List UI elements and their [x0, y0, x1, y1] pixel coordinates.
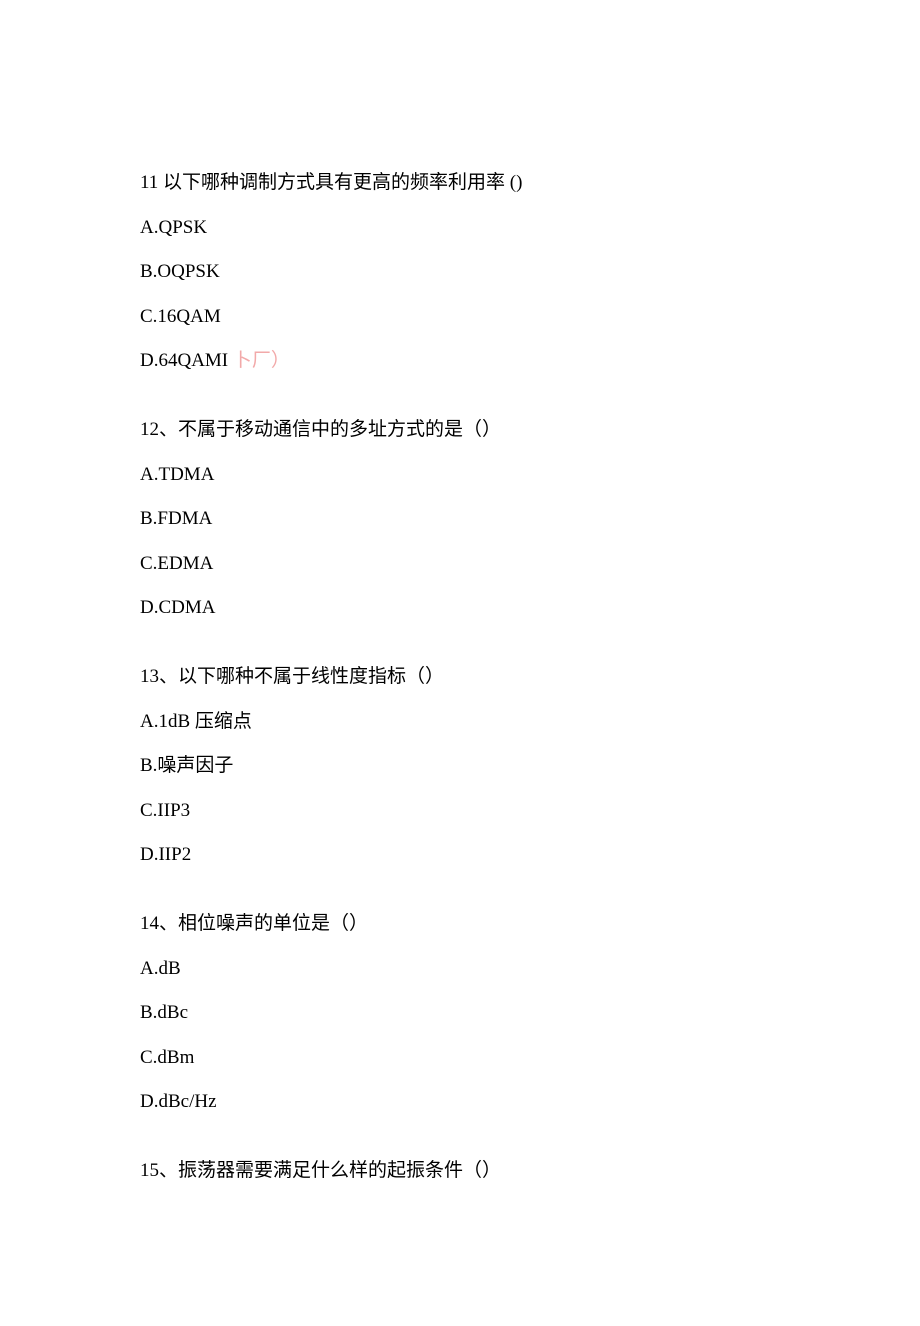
question-12: 12、不属于移动通信中的多址方式的是（） A.TDMA B.FDMA C.EDM…: [140, 417, 780, 622]
document-page: 11 以下哪种调制方式具有更高的频率利用率 () A.QPSK B.OQPSK …: [0, 0, 920, 1326]
question-text: 14、相位噪声的单位是（）: [140, 911, 780, 938]
question-stem: 以下哪种调制方式具有更高的频率利用率 (): [158, 172, 522, 193]
option-b: B.dBc: [140, 1000, 780, 1027]
question-13: 13、以下哪种不属于线性度指标（） A.1dB 压缩点 B.噪声因子 C.IIP…: [140, 664, 780, 869]
option-a: A.dB: [140, 956, 780, 983]
question-11: 11 以下哪种调制方式具有更高的频率利用率 () A.QPSK B.OQPSK …: [140, 170, 780, 375]
option-b: B.FDMA: [140, 506, 780, 533]
option-d-annotation: 卜厂）: [228, 350, 290, 371]
question-14: 14、相位噪声的单位是（） A.dB B.dBc C.dBm D.dBc/Hz: [140, 911, 780, 1116]
question-number: 15: [140, 1160, 159, 1181]
question-15: 15、振荡器需要满足什么样的起振条件（）: [140, 1158, 780, 1185]
question-stem: 、振荡器需要满足什么样的起振条件（）: [159, 1160, 501, 1181]
option-d-label: D.64QAMI: [140, 350, 228, 371]
option-d: D.64QAMI 卜厂）: [140, 348, 780, 375]
option-c: C.IIP3: [140, 798, 780, 825]
option-a: A.1dB 压缩点: [140, 709, 780, 736]
option-d: D.IIP2: [140, 842, 780, 869]
question-stem: 、以下哪种不属于线性度指标（）: [159, 666, 444, 687]
question-text: 11 以下哪种调制方式具有更高的频率利用率 (): [140, 170, 780, 197]
question-number: 14: [140, 913, 159, 934]
question-number: 12: [140, 419, 159, 440]
option-c: C.16QAM: [140, 304, 780, 331]
question-text: 15、振荡器需要满足什么样的起振条件（）: [140, 1158, 780, 1185]
question-stem: 、相位噪声的单位是（）: [159, 913, 368, 934]
option-b: B.OQPSK: [140, 259, 780, 286]
option-d: D.CDMA: [140, 595, 780, 622]
option-d: D.dBc/Hz: [140, 1089, 780, 1116]
question-number: 11: [140, 172, 158, 193]
question-text: 12、不属于移动通信中的多址方式的是（）: [140, 417, 780, 444]
option-c: C.EDMA: [140, 551, 780, 578]
question-text: 13、以下哪种不属于线性度指标（）: [140, 664, 780, 691]
option-a: A.QPSK: [140, 215, 780, 242]
question-number: 13: [140, 666, 159, 687]
option-a: A.TDMA: [140, 462, 780, 489]
option-b: B.噪声因子: [140, 753, 780, 780]
question-stem: 、不属于移动通信中的多址方式的是（）: [159, 419, 501, 440]
option-c: C.dBm: [140, 1045, 780, 1072]
